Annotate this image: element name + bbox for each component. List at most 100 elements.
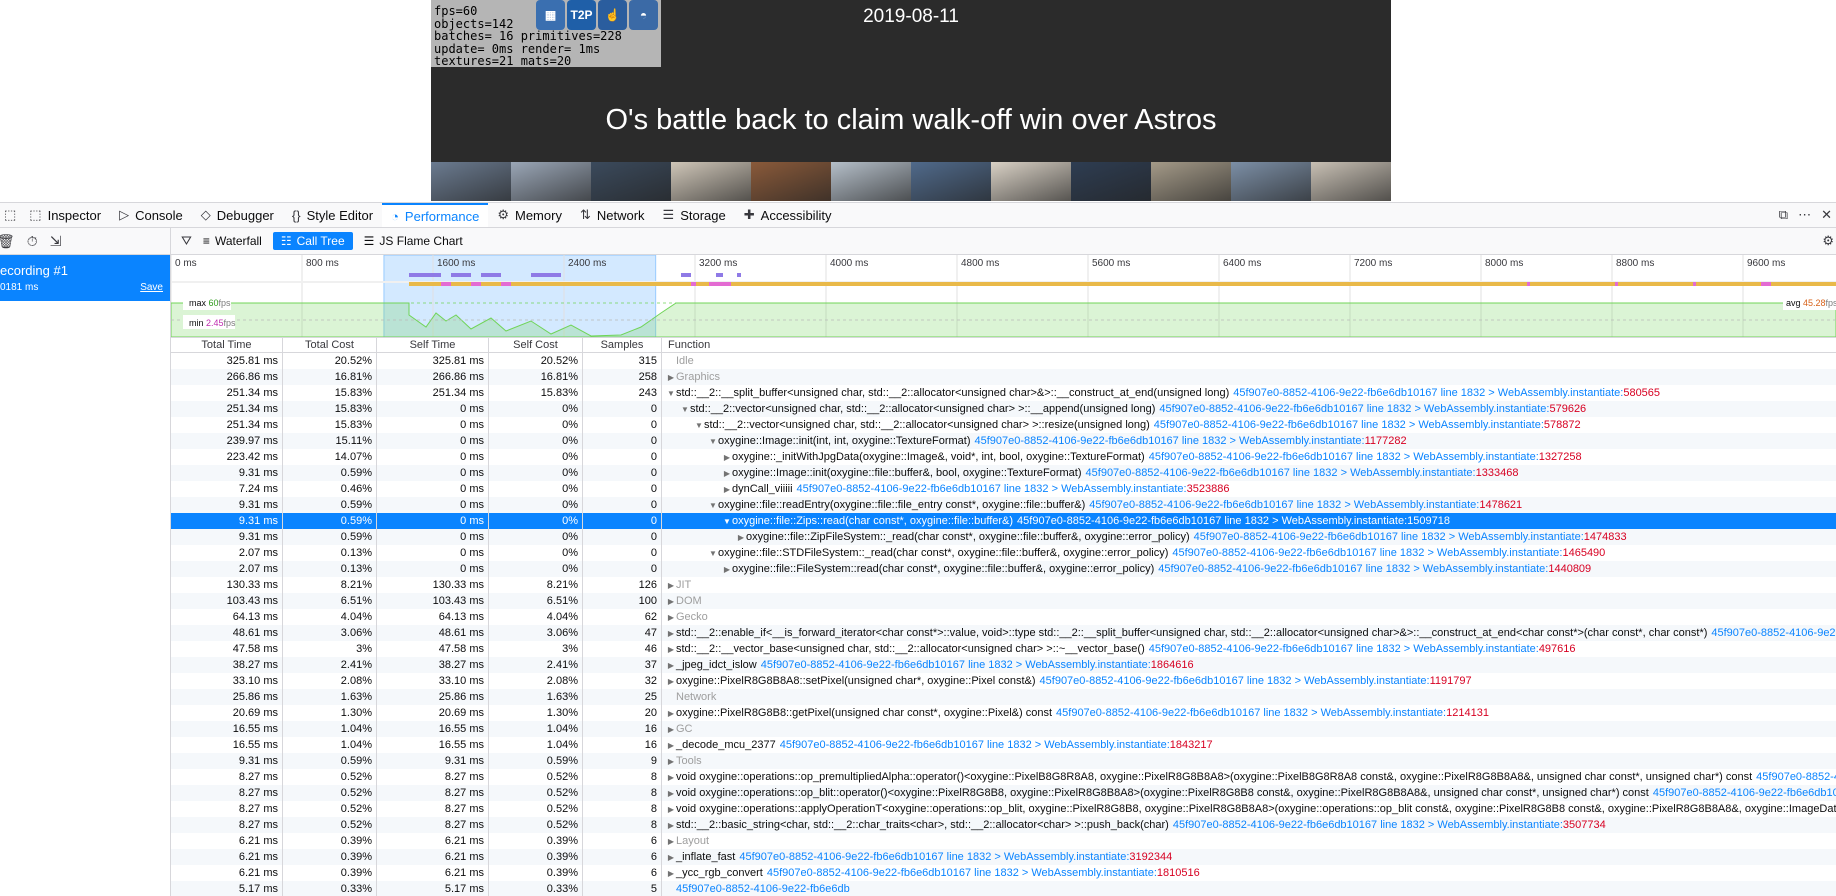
gc-marker[interactable] — [1761, 282, 1771, 286]
paint-marker[interactable] — [451, 273, 471, 277]
collapsed-arrow-icon[interactable]: ▶ — [722, 562, 732, 577]
call-tree-row[interactable]: 2.07 ms 0.13% 0 ms 0% 0 ▶ oxygine::file::FileS… — [171, 561, 1836, 577]
function-source-link[interactable]: 45f907e0-8852-4106-9e22-fb6e6db — [676, 883, 850, 895]
photo-thumbnail[interactable] — [511, 162, 591, 201]
gc-marker[interactable] — [1527, 282, 1530, 286]
paint-marker[interactable] — [481, 273, 501, 277]
header-total-cost[interactable]: Total Cost — [283, 338, 377, 352]
collapsed-arrow-icon[interactable]: ▶ — [666, 626, 676, 641]
call-tree-row[interactable]: 9.31 ms 0.59% 0 ms 0% 0 ▶ oxygine::Image::init… — [171, 465, 1836, 481]
function-source-link[interactable]: 45f907e0-8852-4106-9e22-fb6e6db10167 lin… — [1154, 419, 1544, 431]
js-flame-chart-button[interactable]: ☰ JS Flame Chart — [356, 232, 471, 250]
import-icon[interactable]: ⇲ — [50, 233, 62, 250]
collapsed-arrow-icon[interactable]: ▶ — [666, 738, 676, 753]
call-tree-row[interactable]: 7.24 ms 0.46% 0 ms 0% 0 ▶ dynCall_viiiii 45f907… — [171, 481, 1836, 497]
paint-marker[interactable] — [409, 273, 441, 277]
paint-marker[interactable] — [737, 273, 741, 277]
gc-marker[interactable] — [691, 282, 696, 286]
touch-icon[interactable]: ☝ — [598, 0, 627, 30]
collapsed-arrow-icon[interactable]: ▶ — [666, 818, 676, 833]
header-total-time[interactable]: Total Time — [171, 338, 283, 352]
call-tree-row[interactable]: 16.55 ms 1.04% 16.55 ms 1.04% 16 ▶ GC — [171, 721, 1836, 737]
call-tree-row[interactable]: 38.27 ms 2.41% 38.27 ms 2.41% 37 ▶ _jpeg_idct_… — [171, 657, 1836, 673]
banner-headline[interactable]: O's battle back to claim walk-off win ov… — [431, 104, 1391, 137]
gc-marker[interactable] — [709, 282, 716, 286]
collapsed-arrow-icon[interactable]: ▶ — [722, 482, 732, 497]
timeline-overview[interactable]: 0 ms 800 ms 1600 ms 2400 ms 3200 ms 4000 ms 48… — [171, 255, 1836, 338]
function-source-link[interactable]: 45f907e0-8852-4106-9e22-fb6e6db10167 lin… — [1159, 403, 1549, 415]
function-source-link[interactable]: 45f907e0-8852-4106-9e22-fb6e6db10167 lin… — [761, 659, 1151, 671]
function-source-link[interactable]: 45f907e0-8852-4106-9e22-fb6e6db10167 lin… — [1089, 499, 1479, 511]
photo-thumbnail[interactable] — [1311, 162, 1391, 201]
photo-thumbnail[interactable] — [671, 162, 751, 201]
paint-marker[interactable] — [531, 273, 561, 277]
function-source-link[interactable]: 45f907e0-8852-4106-9e22-fb6e6db10167 lin… — [975, 435, 1365, 447]
image-icon[interactable]: ▦ — [536, 0, 565, 30]
more-menu-icon[interactable]: ⋯ — [1798, 207, 1811, 223]
call-tree-row[interactable]: 251.34 ms 15.83% 0 ms 0% 0 ▼std::__2::vector<… — [171, 401, 1836, 417]
collapsed-arrow-icon[interactable]: ▶ — [666, 786, 676, 801]
tab-inspector[interactable]: ⬚ Inspector — [20, 203, 110, 227]
call-tree-row[interactable]: 8.27 ms 0.52% 8.27 ms 0.52% 8 ▶ std::__2::basi… — [171, 817, 1836, 833]
gc-marker[interactable] — [716, 282, 731, 286]
collapsed-arrow-icon[interactable]: ▶ — [666, 370, 676, 385]
call-tree-row[interactable]: 9.31 ms 0.59% 9.31 ms 0.59% 9 ▶ Tools — [171, 753, 1836, 769]
expanded-arrow-icon[interactable]: ▼ — [680, 402, 690, 417]
js-markers[interactable] — [409, 282, 1836, 286]
collapsed-arrow-icon[interactable]: ▶ — [722, 450, 732, 465]
call-tree-row[interactable]: 33.10 ms 2.08% 33.10 ms 2.08% 32 ▶ oxygine::Pi… — [171, 673, 1836, 689]
collapsed-arrow-icon[interactable]: ▶ — [666, 722, 676, 737]
overview-graph[interactable]: 0 ms 800 ms 1600 ms 2400 ms 3200 ms 4000 ms 48… — [171, 255, 1836, 338]
t2p-icon[interactable]: T2P — [567, 0, 596, 30]
function-source-link[interactable]: 45f907e0-8852-4106-9e22-fb6e6db10167 lin… — [1056, 707, 1446, 719]
call-tree-row[interactable]: 20.69 ms 1.30% 20.69 ms 1.30% 20 ▶ oxygine::Pi… — [171, 705, 1836, 721]
call-tree-row[interactable]: 48.61 ms 3.06% 48.61 ms 3.06% 47 ▶ std::__2::e… — [171, 625, 1836, 641]
call-tree-row[interactable]: 2.07 ms 0.13% 0 ms 0% 0 ▼oxygine::file::STDFi… — [171, 545, 1836, 561]
collapsed-arrow-icon[interactable]: ▶ — [666, 866, 676, 881]
call-tree-row[interactable]: 25.86 ms 1.63% 25.86 ms 1.63% 25 Network — [171, 689, 1836, 705]
call-tree-row[interactable]: 8.27 ms 0.52% 8.27 ms 0.52% 8 ▶ void oxygine::… — [171, 769, 1836, 785]
pick-element-icon[interactable]: ⬚ — [0, 203, 20, 227]
call-tree-row[interactable]: 47.58 ms 3% 47.58 ms 3% 46 ▶ std::__2::__vecto… — [171, 641, 1836, 657]
function-source-link[interactable]: 45f907e0-8852-4106-9e22-fb6e6db10167 lin… — [1149, 643, 1539, 655]
call-tree-button[interactable]: ☷ Call Tree — [272, 232, 353, 250]
dock-icon[interactable]: ⧉ — [1779, 207, 1788, 223]
function-source-link[interactable]: 45f907e0-8852-4106-9e22-fb6e6db10167 lin… — [1233, 387, 1623, 399]
save-link[interactable]: Save — [140, 282, 163, 293]
function-source-link[interactable]: 45f907e0-8852-4106-9e22-fb6e6db10167 lin… — [1017, 515, 1407, 527]
tab-memory[interactable]: ⚙ Memory — [488, 203, 571, 227]
tab-console[interactable]: ▷ Console — [110, 203, 192, 227]
header-self-cost[interactable]: Self Cost — [489, 338, 583, 352]
call-tree-row[interactable]: 6.21 ms 0.39% 6.21 ms 0.39% 6 ▶ _inflate_fast 4… — [171, 849, 1836, 865]
expanded-arrow-icon[interactable]: ▼ — [694, 418, 704, 433]
call-tree-row[interactable]: 8.27 ms 0.52% 8.27 ms 0.52% 8 ▶ void oxygine::… — [171, 801, 1836, 817]
photo-thumbnail[interactable] — [431, 162, 511, 201]
photo-thumbnail[interactable] — [991, 162, 1071, 201]
collapsed-arrow-icon[interactable]: ▶ — [666, 610, 676, 625]
photo-strip[interactable] — [431, 162, 1391, 201]
photo-thumbnail[interactable] — [591, 162, 671, 201]
collapsed-arrow-icon[interactable]: ▶ — [666, 642, 676, 657]
function-source-link[interactable]: 45f907e0-8852-4106-9e22-fb6e6db10167 lin… — [1158, 563, 1548, 575]
collapsed-arrow-icon[interactable]: ▶ — [666, 658, 676, 673]
expanded-arrow-icon[interactable]: ▼ — [708, 434, 718, 449]
expanded-arrow-icon[interactable]: ▼ — [708, 498, 718, 513]
filter-icon[interactable]: ⛛ — [181, 233, 192, 249]
expanded-arrow-icon[interactable]: ▼ — [722, 514, 732, 529]
function-source-link[interactable]: 45f907e0-8852-4106-9e22-fb6e6db10167 lin… — [1172, 547, 1562, 559]
function-source-link[interactable]: 45f907e0-8852-4 — [1756, 771, 1836, 783]
call-tree-row[interactable]: 8.27 ms 0.52% 8.27 ms 0.52% 8 ▶ void oxygine::… — [171, 785, 1836, 801]
function-source-link[interactable]: 45f907e0-8852-4106-9e22-fb6e6db10167 lin… — [780, 739, 1170, 751]
tab-debugger[interactable]: ◇ Debugger — [192, 203, 283, 227]
paint-marker[interactable] — [681, 273, 691, 277]
collapsed-arrow-icon[interactable]: ▶ — [666, 706, 676, 721]
call-tree-row[interactable]: 325.81 ms 20.52% 325.81 ms 20.52% 315 Idle — [171, 353, 1836, 369]
collapsed-arrow-icon[interactable]: ▶ — [666, 770, 676, 785]
collapsed-arrow-icon[interactable]: ▶ — [666, 594, 676, 609]
recording-item[interactable]: ecording #1 0181 ms Save — [0, 255, 170, 301]
photo-thumbnail[interactable] — [1151, 162, 1231, 201]
call-tree-row[interactable]: 130.33 ms 8.21% 130.33 ms 8.21% 126 ▶ JIT — [171, 577, 1836, 593]
function-source-link[interactable]: 45f907e0-8852-4106-9e22-fb6e6db10167 lin… — [1194, 531, 1584, 543]
collapsed-arrow-icon[interactable]: ▶ — [666, 578, 676, 593]
tab-style-editor[interactable]: {} Style Editor — [283, 203, 382, 227]
